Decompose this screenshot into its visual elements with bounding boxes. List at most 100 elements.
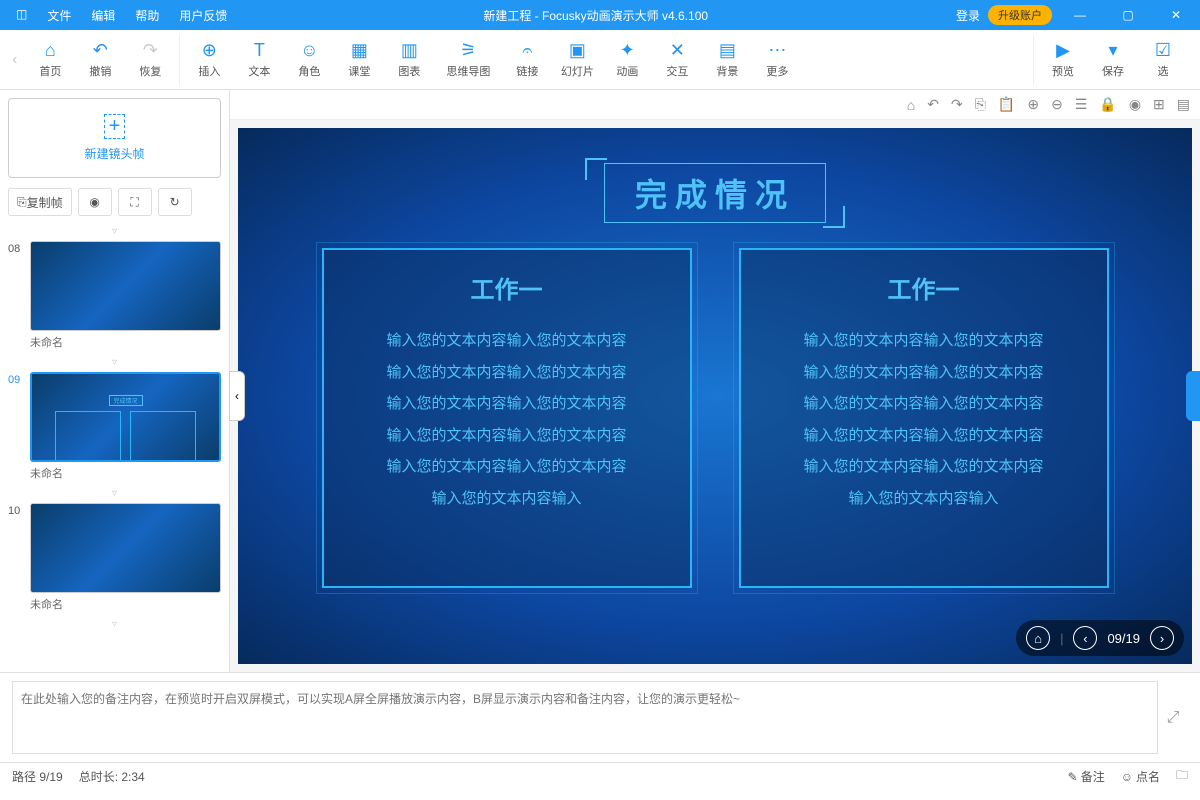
interact-button[interactable]: ✕交互	[656, 40, 698, 79]
panel-line: 输入您的文本内容输入您的文本内容	[344, 420, 670, 452]
home-button[interactable]: ⌂首页	[29, 40, 71, 79]
thumb-number: 09	[8, 372, 26, 386]
plus-circle-icon: ⊕	[202, 40, 217, 61]
copy-frame-button[interactable]: ⎘ 复制帧	[8, 188, 72, 216]
copy-icon[interactable]: ⎘	[975, 96, 986, 113]
toolbar-scroll-left-icon[interactable]: ‹	[8, 51, 21, 69]
panel-heading: 工作一	[344, 270, 670, 305]
anim-icon: ✦	[620, 40, 635, 61]
slide-thumb-08[interactable]: 未命名	[30, 241, 221, 353]
status-note-button[interactable]: ✎ 备注	[1068, 768, 1105, 785]
collapse-right-button[interactable]	[1186, 371, 1200, 421]
fullscreen-button[interactable]: ⛶	[118, 188, 152, 216]
role-button[interactable]: ☺角色	[288, 40, 330, 79]
status-roll-button[interactable]: ☺ 点名	[1121, 768, 1160, 785]
panel-line: 输入您的文本内容输入您的文本内容	[344, 451, 670, 483]
plus-icon: +	[104, 114, 126, 139]
slide-icon: ▣	[569, 40, 586, 61]
panel-line: 输入您的文本内容输入您的文本内容	[761, 357, 1087, 389]
panel-line: 输入您的文本内容输入您的文本内容	[344, 388, 670, 420]
panel-line: 输入您的文本内容输入您的文本内容	[344, 325, 670, 357]
link-icon: 𝄐	[522, 40, 532, 61]
rotate-right-icon[interactable]: ↷	[951, 96, 963, 113]
menu-help[interactable]: 帮助	[127, 3, 167, 28]
minimize-button[interactable]: —	[1060, 0, 1100, 30]
chart-button[interactable]: ▥图表	[388, 40, 430, 79]
preview-button[interactable]: ▶预览	[1042, 40, 1084, 79]
panel-left[interactable]: 工作一 输入您的文本内容输入您的文本内容 输入您的文本内容输入您的文本内容 输入…	[322, 248, 692, 588]
separator-icon: ▿	[8, 226, 221, 237]
mindmap-button[interactable]: ⚞思维导图	[438, 40, 498, 79]
redo-button[interactable]: ↷恢复	[129, 40, 171, 79]
separator-icon: ▿	[8, 357, 221, 368]
rotate-left-icon[interactable]: ↶	[927, 96, 939, 113]
slide-title[interactable]: 完成情况	[604, 163, 826, 223]
upgrade-button[interactable]: 升级账户	[988, 5, 1052, 25]
fullscreen-icon: ⛶	[130, 195, 138, 210]
thumb-number: 10	[8, 503, 26, 517]
camera-button[interactable]: ◉	[78, 188, 112, 216]
panel-line: 输入您的文本内容输入您的文本内容	[761, 325, 1087, 357]
zoom-in-icon[interactable]: ⊕	[1027, 96, 1039, 113]
nav-next-icon[interactable]: ›	[1150, 626, 1174, 650]
link-button[interactable]: 𝄐链接	[506, 40, 548, 79]
close-button[interactable]: ✕	[1156, 0, 1196, 30]
panel-line: 输入您的文本内容输入您的文本内容	[344, 357, 670, 389]
insert-button[interactable]: ⊕插入	[188, 40, 230, 79]
redo-icon: ↷	[143, 40, 158, 61]
lock-icon[interactable]: 🔒	[1099, 96, 1116, 113]
text-icon: T	[254, 40, 265, 61]
expand-notes-icon[interactable]: ⤢	[1158, 681, 1188, 754]
login-link[interactable]: 登录	[956, 7, 980, 24]
snapshot-icon[interactable]: ◉	[1129, 96, 1141, 113]
class-icon: ▦	[351, 40, 368, 61]
home-icon: ⌂	[45, 40, 56, 61]
anim-button[interactable]: ✦动画	[606, 40, 648, 79]
chart-icon: ▥	[401, 40, 418, 61]
person-icon: ☺	[300, 40, 318, 61]
mindmap-icon: ⚞	[460, 40, 476, 61]
grid-icon[interactable]: ⊞	[1153, 96, 1165, 113]
toolbar: ‹ ⌂首页 ↶撤销 ↷恢复 ⊕插入 T文本 ☺角色 ▦课堂 ▥图表 ⚞思维导图 …	[0, 30, 1200, 90]
refresh-button[interactable]: ↻	[158, 188, 192, 216]
slide-thumb-09[interactable]: 完成情况 未命名	[30, 372, 221, 484]
slide-button[interactable]: ▣幻灯片	[556, 40, 598, 79]
align-icon[interactable]: ☰	[1075, 96, 1088, 113]
status-path: 路径 9/19	[12, 768, 63, 785]
maximize-button[interactable]: ▢	[1108, 0, 1148, 30]
menu-edit[interactable]: 编辑	[83, 3, 123, 28]
zoom-out-icon[interactable]: ⊖	[1051, 96, 1063, 113]
bg-icon: ▤	[719, 40, 736, 61]
canvas[interactable]: ‹ 完成情况 工作一 输入您的文本内容输入您的文本内容 输入您的文本内容输入您的…	[230, 120, 1200, 672]
text-button[interactable]: T文本	[238, 40, 280, 79]
panel-line: 输入您的文本内容输入您的文本内容	[761, 451, 1087, 483]
layer-icon[interactable]: ▤	[1177, 96, 1190, 113]
class-button[interactable]: ▦课堂	[338, 40, 380, 79]
panel-line: 输入您的文本内容输入	[344, 483, 670, 515]
menu-bar: ◫ 文件 编辑 帮助 用户反馈	[0, 3, 235, 28]
status-duration: 总时长: 2:34	[79, 768, 145, 785]
menu-feedback[interactable]: 用户反馈	[171, 3, 235, 28]
bg-button[interactable]: ▤背景	[706, 40, 748, 79]
notes-input[interactable]	[12, 681, 1158, 754]
nav-prev-icon[interactable]: ‹	[1073, 626, 1097, 650]
nav-pill: ⌂ | ‹ 09/19 ›	[1016, 620, 1184, 656]
panel-right[interactable]: 工作一 输入您的文本内容输入您的文本内容 输入您的文本内容输入您的文本内容 输入…	[739, 248, 1109, 588]
more-button[interactable]: ⋯更多	[756, 40, 798, 79]
menu-file[interactable]: 文件	[39, 3, 79, 28]
select-icon: ☑	[1155, 40, 1171, 61]
play-icon: ▶	[1056, 40, 1070, 61]
new-frame-button[interactable]: + 新建镜头帧	[8, 98, 221, 178]
paste-icon[interactable]: 📋	[998, 96, 1015, 113]
nav-home-icon[interactable]: ⌂	[1026, 626, 1050, 650]
undo-button[interactable]: ↶撤销	[79, 40, 121, 79]
sidebar: + 新建镜头帧 ⎘ 复制帧 ◉ ⛶ ↻ ▿ 08 未命名 ▿ 09 完成情况 未…	[0, 90, 230, 672]
slide-thumb-10[interactable]: 未命名	[30, 503, 221, 615]
collapse-sidebar-button[interactable]: ‹	[229, 371, 245, 421]
status-folder-icon[interactable]: 🗀	[1176, 766, 1188, 787]
save-button[interactable]: ▾保存	[1092, 40, 1134, 79]
home-view-icon[interactable]: ⌂	[907, 97, 915, 113]
select-button[interactable]: ☑选	[1142, 40, 1184, 79]
statusbar: 路径 9/19 总时长: 2:34 ✎ 备注 ☺ 点名 🗀	[0, 762, 1200, 790]
notes-panel: ⤢	[0, 672, 1200, 762]
